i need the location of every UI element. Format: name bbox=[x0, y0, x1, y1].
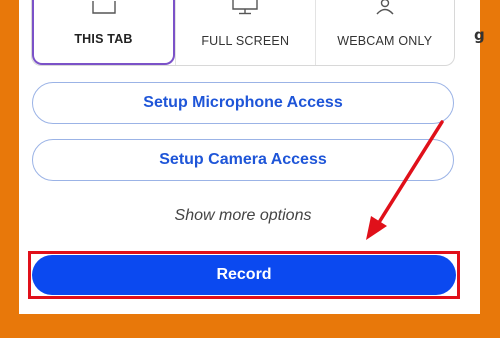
tab-label: FULL SCREEN bbox=[201, 34, 290, 48]
show-more-options-link[interactable]: Show more options bbox=[32, 207, 454, 225]
tab-this-tab[interactable]: THIS TAB bbox=[32, 0, 175, 65]
tab-label: WEBCAM ONLY bbox=[337, 34, 433, 48]
setup-camera-button[interactable]: Setup Camera Access bbox=[32, 139, 454, 181]
cut-off-text: g bbox=[474, 26, 485, 44]
tab-webcam-only[interactable]: WEBCAM ONLY bbox=[314, 0, 455, 65]
browser-tab-icon bbox=[91, 0, 117, 19]
setup-microphone-button[interactable]: Setup Microphone Access bbox=[32, 82, 454, 124]
monitor-icon bbox=[231, 0, 259, 20]
capture-mode-tabs: THIS TAB FULL SCREEN WEBCAM ONLY bbox=[31, 0, 455, 66]
orange-frame: THIS TAB FULL SCREEN WEBCAM ONLY g Setup… bbox=[0, 0, 500, 338]
record-button[interactable]: Record bbox=[32, 255, 456, 295]
webcam-icon bbox=[373, 0, 397, 20]
tab-full-screen[interactable]: FULL SCREEN bbox=[175, 0, 315, 65]
tab-label: THIS TAB bbox=[74, 32, 133, 46]
